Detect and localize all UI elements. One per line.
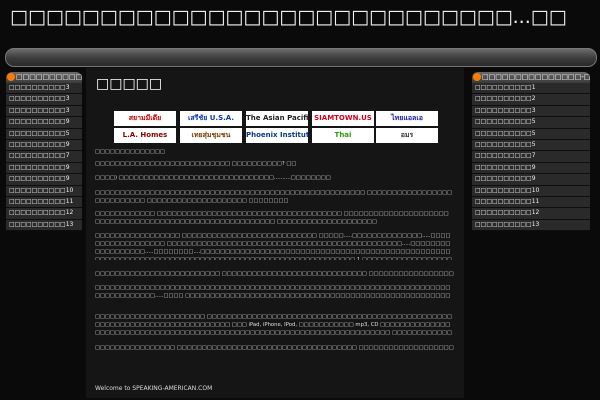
sponsor-logo-5[interactable]: ไทยแอลเอ	[376, 111, 438, 126]
bullet-icon	[7, 73, 15, 81]
main-content: □□□□□ สยามมีเดีย เสรีชัย U.S.A. The Asian …	[86, 68, 464, 398]
sponsor-logo-6[interactable]: L.A. Homes	[114, 128, 176, 143]
right-sidebar-item-6[interactable]: □□□□□□□□□□5	[472, 139, 590, 152]
left-sidebar: □□□□□□□□□□□□□□□ □□□□□□□□□□3□□□□□□□□□□3□□…	[6, 72, 82, 232]
paragraph-6: □□□□□□□□□□□□□□□□□ □□□□□□□□□□□□□□□□□□□□□□…	[95, 233, 453, 260]
paragraph-7: □□□□□□□□□□□□□□□□□□□□□□□□□ □□□□□□□□□□□□□□…	[95, 271, 454, 277]
paragraph-3: □□□□) □□□□□□□□□□□□□□□□□□□□□□□□□□□□□□□...…	[95, 175, 331, 181]
paragraph-8: □□□□□□□□□□□□□□□□□□□□□□□□□□□□□□□□□□□□□□□□…	[95, 285, 451, 299]
paragraph-1: □□□□□□□□□□□□□□	[95, 149, 166, 155]
footer-text: Welcome to SPEAKING-AMERICAN.COM	[95, 385, 213, 392]
sponsor-logo-3[interactable]: The Asian Pacific	[246, 111, 308, 126]
left-sidebar-item-10[interactable]: □□□□□□□□□□10	[6, 185, 82, 197]
nav-bar[interactable]	[5, 48, 597, 67]
left-sidebar-item-3[interactable]: □□□□□□□□□□3	[6, 105, 82, 118]
left-sidebar-item-5[interactable]: □□□□□□□□□□5	[6, 128, 82, 140]
left-sidebar-item-8[interactable]: □□□□□□□□□□9	[6, 162, 82, 175]
right-sidebar-item-9[interactable]: □□□□□□□□□□9	[472, 174, 590, 186]
left-sidebar-item-2[interactable]: □□□□□□□□□□3	[6, 94, 82, 106]
left-sidebar-heading-label: □□□□□□□□□□□□□□□	[16, 73, 82, 81]
left-sidebar-heading: □□□□□□□□□□□□□□□	[6, 72, 82, 83]
right-sidebar-item-12[interactable]: □□□□□□□□□□12	[472, 208, 590, 220]
paragraph-5: □□□□□□□□□□□□ □□□□□□□□□□□□□□□□□□□□□□□□□□□…	[95, 211, 449, 225]
right-sidebar-item-4[interactable]: □□□□□□□□□□5	[472, 117, 590, 129]
right-sidebar-item-2[interactable]: □□□□□□□□□□2	[472, 94, 590, 106]
left-sidebar-item-6[interactable]: □□□□□□□□□□9	[6, 139, 82, 152]
site-title: □□□□□□□□□□□□□□□□□□□□□□□□□□□□...□□	[10, 6, 567, 28]
sponsor-logo-10[interactable]: อมร	[376, 128, 438, 143]
right-sidebar-heading: □□□□□□□□□□□□□□□-□□□□□□□□	[472, 72, 590, 83]
left-sidebar-item-4[interactable]: □□□□□□□□□□9	[6, 117, 82, 129]
right-sidebar-item-3[interactable]: □□□□□□□□□□3	[472, 105, 590, 118]
right-sidebar-item-13[interactable]: □□□□□□□□□□13	[472, 219, 590, 232]
page-title: □□□□□	[96, 76, 163, 92]
left-sidebar-item-13[interactable]: □□□□□□□□□□13	[6, 219, 82, 232]
left-sidebar-item-7[interactable]: □□□□□□□□□□7	[6, 151, 82, 163]
paragraph-10: □□□□□□□□□□□□□□□□ □□□□□□□□□□□□□□□□□□□□□□□…	[95, 345, 454, 351]
right-sidebar-item-7[interactable]: □□□□□□□□□□7	[472, 151, 590, 163]
sponsor-logo-4[interactable]: SIAMTOWN.US	[312, 111, 374, 126]
left-sidebar-item-9[interactable]: □□□□□□□□□□9	[6, 174, 82, 186]
right-sidebar-list: □□□□□□□□□□1 □□□□□□□□□□2 □□□□□□□□□□3 □□□□□□□…	[472, 83, 590, 232]
sponsor-logo-8[interactable]: Phoenix Institute	[246, 128, 308, 143]
left-sidebar-item-12[interactable]: □□□□□□□□□□12	[6, 208, 82, 220]
paragraph-9: □□□□□□□□□□□□□□□□□□□□□□ □□□□□□□□□□□□□□□□□…	[95, 314, 453, 336]
right-sidebar-item-8[interactable]: □□□□□□□□□□9	[472, 162, 590, 175]
right-sidebar-item-1[interactable]: □□□□□□□□□□1	[472, 83, 590, 95]
left-sidebar-item-11[interactable]: □□□□□□□□□□11	[6, 196, 82, 209]
left-sidebar-item-1[interactable]: □□□□□□□□□□3	[6, 83, 82, 95]
sponsor-logo-9[interactable]: Thai	[312, 128, 374, 143]
sponsor-logo-2[interactable]: เสรีชัย U.S.A.	[180, 111, 242, 126]
left-sidebar-list: □□□□□□□□□□3 □□□□□□□□□□3 □□□□□□□□□□3 □□□□□□□…	[6, 83, 82, 232]
sponsor-logo-1[interactable]: สยามมีเดีย	[114, 111, 176, 126]
right-sidebar-item-10[interactable]: □□□□□□□□□□10	[472, 185, 590, 197]
right-sidebar: □□□□□□□□□□□□□□□-□□□□□□□□ □□□□□□□□□□1□□□□…	[472, 72, 590, 232]
paragraph-4: □□□□□□□□□□□□□□□□□□□□□□□□□□□□□□□□□□□□□□□□…	[95, 190, 453, 204]
right-sidebar-heading-label: □□□□□□□□□□□□□□□-□□□□□□□□	[482, 73, 590, 81]
paragraph-2: □□□□□□□□□□□□□□□□□□□□□□□□□□□ □□□□□□□□□□? …	[95, 161, 297, 167]
bullet-icon	[473, 73, 481, 81]
right-sidebar-item-5[interactable]: □□□□□□□□□□5	[472, 128, 590, 140]
right-sidebar-item-11[interactable]: □□□□□□□□□□11	[472, 196, 590, 209]
sponsor-logo-7[interactable]: เทยสุ่มชุมชน	[180, 128, 242, 143]
